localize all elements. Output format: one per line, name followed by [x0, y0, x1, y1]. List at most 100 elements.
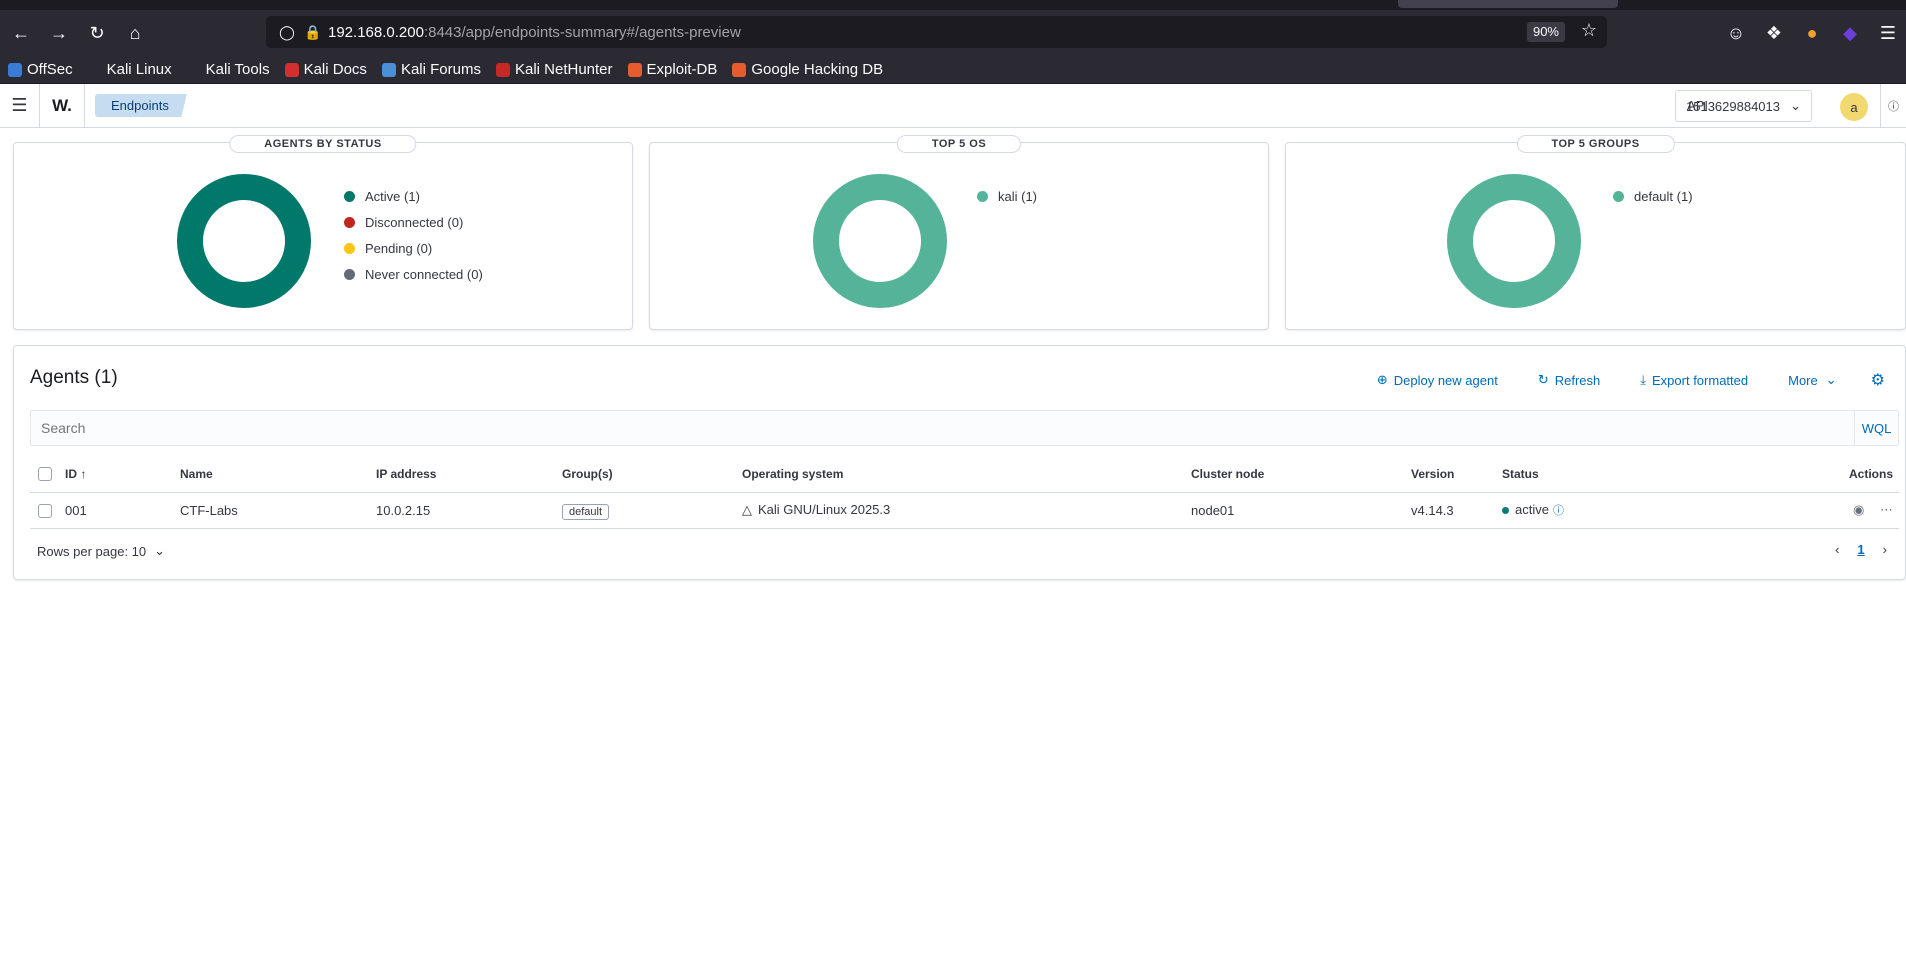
bookmark-item[interactable]: Exploit-DB: [627, 61, 718, 78]
bookmark-item[interactable]: Kali NetHunter: [495, 61, 613, 78]
account-icon[interactable]: ☺: [1718, 16, 1754, 50]
help-icon[interactable]: ⓘ: [1880, 84, 1906, 128]
cell-name: CTF-Labs: [180, 492, 376, 529]
column-actions: Actions: [1721, 456, 1899, 493]
legend-item[interactable]: Active (1): [344, 183, 483, 209]
browser-tab[interactable]: [1398, 0, 1618, 8]
groups-legend: default (1): [1613, 183, 1693, 209]
status-donut-chart[interactable]: [176, 173, 312, 309]
legend-dot: [1613, 190, 1624, 202]
api-selector[interactable]: 1513629884013 ⌄: [1675, 90, 1812, 122]
forward-arrow-icon[interactable]: →: [42, 16, 76, 50]
legend-item[interactable]: default (1): [1613, 183, 1693, 209]
legend-dot: [977, 190, 988, 202]
column-cluster[interactable]: Cluster node: [1191, 456, 1411, 493]
bookmark-item[interactable]: OffSec: [8, 61, 73, 78]
refresh-icon: ↻: [1537, 372, 1549, 387]
cell-id: 001: [65, 492, 180, 529]
reload-icon[interactable]: ↻: [80, 16, 114, 50]
bookmark-label: Kali Forums: [400, 61, 481, 78]
linux-penguin-icon: △: [742, 502, 752, 517]
deploy-agent-label: Deploy new agent: [1393, 372, 1498, 388]
legend-dot: [344, 216, 355, 228]
next-page-icon[interactable]: ›: [1883, 542, 1887, 557]
legend-item[interactable]: kali (1): [977, 183, 1037, 209]
zoom-indicator[interactable]: 90%: [1526, 22, 1565, 42]
export-label: Export formatted: [1652, 372, 1749, 388]
rows-per-page-selector[interactable]: Rows per page: 10 ⌄: [37, 543, 165, 559]
select-all-checkbox[interactable]: [38, 467, 52, 482]
legend-label: kali (1): [998, 188, 1038, 204]
bookmark-label: Exploit-DB: [646, 61, 718, 78]
more-actions-icon[interactable]: ⋯: [1880, 502, 1893, 517]
info-icon[interactable]: ⓘ: [1553, 505, 1564, 517]
chevron-down-icon: ⌄: [154, 543, 166, 558]
extension-purple-icon[interactable]: ◆: [1832, 16, 1868, 50]
legend-label: Disconnected (0): [365, 214, 464, 230]
column-status[interactable]: Status: [1502, 456, 1722, 493]
home-icon[interactable]: ⌂: [118, 16, 152, 50]
app-header: ☰ W. Endpoints API 1513629884013 ⌄ a ⓘ: [0, 83, 1906, 128]
browser-tab-strip: [0, 0, 1906, 10]
more-button[interactable]: More ⌄: [1788, 372, 1837, 388]
avatar[interactable]: a: [1840, 93, 1868, 121]
column-os[interactable]: Operating system: [742, 456, 1191, 493]
bookmark-item[interactable]: Kali Docs: [284, 61, 367, 78]
refresh-button[interactable]: ↻ Refresh: [1538, 372, 1600, 388]
breadcrumb-endpoints[interactable]: Endpoints: [95, 94, 187, 117]
column-groups[interactable]: Group(s): [562, 456, 742, 493]
legend-item[interactable]: Disconnected (0): [344, 209, 483, 235]
eye-icon[interactable]: ◉: [1853, 502, 1864, 517]
column-id[interactable]: ID ↑: [65, 456, 180, 493]
more-label: More: [1788, 372, 1818, 388]
table-row[interactable]: 001 CTF-Labs 10.0.2.15 default △ Kali GNU…: [30, 492, 1899, 529]
extension-fox-icon[interactable]: ●: [1794, 16, 1830, 50]
pagination: ‹ 1 ›: [1835, 542, 1887, 557]
hamburger-menu-icon[interactable]: ☰: [0, 83, 40, 128]
row-checkbox[interactable]: [38, 503, 52, 518]
top-os-card: TOP 5 OS kali (1): [649, 135, 1269, 330]
extensions-icon[interactable]: ❖: [1756, 16, 1792, 50]
url-bar[interactable]: ◯ 🔒 192.168.0.200 :8443/app/endpoints-su…: [266, 16, 1607, 48]
gear-icon[interactable]: ⚙: [1871, 370, 1885, 390]
deploy-agent-button[interactable]: ⊕ Deploy new agent: [1377, 372, 1498, 388]
group-badge[interactable]: default: [562, 503, 610, 520]
app-logo[interactable]: W.: [40, 83, 85, 128]
shield-icon[interactable]: ◯: [276, 21, 298, 43]
legend-item[interactable]: Pending (0): [344, 235, 483, 261]
legend-label: Never connected (0): [365, 266, 483, 282]
bookmark-item[interactable]: Kali Tools: [186, 61, 270, 78]
column-version[interactable]: Version: [1411, 456, 1502, 493]
bookmark-favicon-icon: [87, 62, 102, 77]
export-formatted-button[interactable]: ⤓ Export formatted: [1640, 372, 1748, 388]
menu-icon[interactable]: ☰: [1870, 16, 1906, 50]
bookmark-item[interactable]: Kali Linux: [87, 61, 172, 78]
agents-by-status-card: AGENTS BY STATUS Active (1) Disconnected …: [13, 135, 633, 330]
bookmark-item[interactable]: Google Hacking DB: [732, 61, 883, 78]
cell-ip: 10.0.2.15: [376, 492, 562, 529]
groups-donut-chart[interactable]: [1446, 173, 1582, 309]
column-ip[interactable]: IP address: [376, 456, 562, 493]
bookmark-favicon-icon: [627, 62, 642, 77]
legend-item[interactable]: Never connected (0): [344, 261, 483, 287]
search-input[interactable]: [31, 411, 1854, 445]
bookmark-star-icon[interactable]: ☆: [1581, 20, 1597, 41]
bookmark-favicon-icon: [186, 62, 201, 77]
refresh-label: Refresh: [1554, 372, 1601, 388]
cell-cluster: node01: [1191, 492, 1411, 529]
os-donut-chart[interactable]: [812, 173, 948, 309]
bookmark-item[interactable]: Kali Forums: [381, 61, 481, 78]
column-name[interactable]: Name: [180, 456, 376, 493]
table-header-row: ID ↑ Name IP address Group(s) Operating …: [30, 456, 1899, 493]
prev-page-icon[interactable]: ‹: [1835, 542, 1839, 557]
bookmark-label: Kali NetHunter: [514, 61, 613, 78]
legend-dot: [344, 242, 355, 254]
wql-toggle[interactable]: WQL: [1854, 411, 1898, 445]
agents-panel: Agents (1) ⊕ Deploy new agent ↻ Refresh ⤓ E…: [13, 345, 1906, 580]
groups-donut-ring: [1447, 174, 1581, 308]
lock-icon[interactable]: 🔒: [302, 21, 324, 43]
chevron-down-icon: ⌄: [1790, 98, 1801, 113]
back-arrow-icon[interactable]: ←: [4, 16, 38, 50]
page-number[interactable]: 1: [1857, 542, 1864, 557]
rows-per-page-label: Rows per page: 10: [37, 543, 147, 559]
